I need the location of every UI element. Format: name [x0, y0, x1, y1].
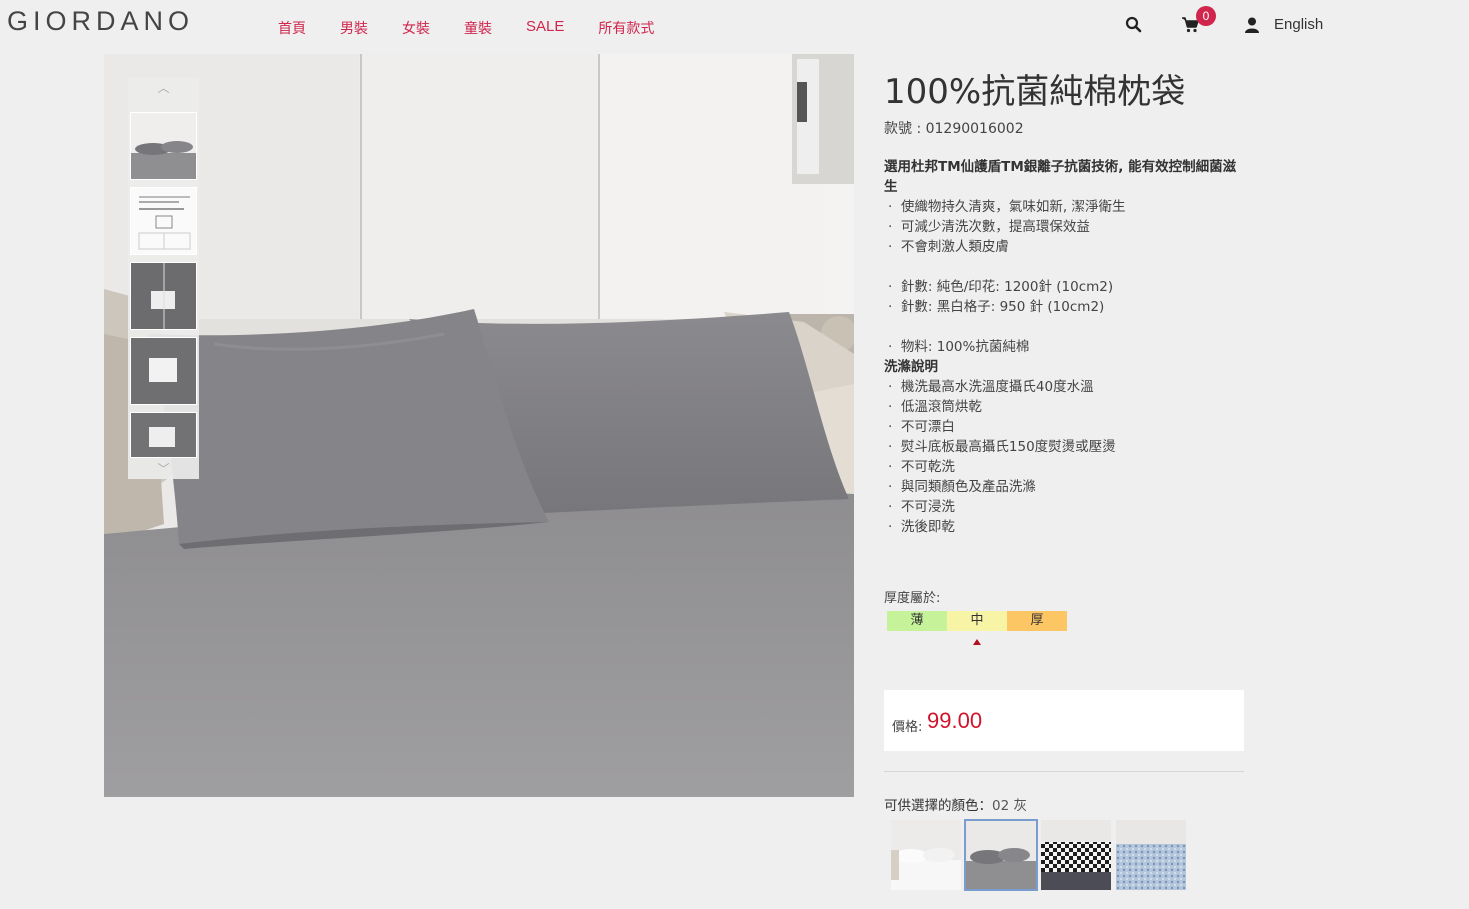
thumbnail-3[interactable]: [130, 262, 197, 330]
product-photo: [104, 54, 854, 797]
color-swatch-white[interactable]: [891, 820, 961, 890]
care-item: · 洗後即乾: [888, 519, 955, 535]
thumbnail-strip: ︿ ﹀: [128, 78, 199, 479]
selected-color: 02 灰: [992, 798, 1027, 814]
care-title: 洗滌說明: [884, 359, 938, 375]
feature-item: · 可減少清洗次數，提高環保效益: [888, 219, 1090, 235]
spec-item: · 針數: 純色/印花: 1200針 (10cm2): [888, 279, 1114, 295]
price-box: 價格: 99.00: [884, 690, 1244, 751]
color-swatch-grey[interactable]: [964, 819, 1038, 891]
care-item: · 機洗最高水洗溫度攝氏40度水溫: [888, 379, 1094, 395]
care-item: · 不可漂白: [888, 419, 955, 435]
material-item: · 物料: 100%抗菌純棉: [888, 339, 1030, 355]
search-icon[interactable]: [1124, 15, 1144, 35]
feature-item: · 使織物持久清爽，氣味如新, 潔淨衛生: [888, 199, 1126, 215]
thumbnail-1[interactable]: [130, 112, 197, 180]
thumbnail-2[interactable]: [130, 187, 197, 255]
thumbnail-5[interactable]: [130, 412, 197, 458]
product-description: 選用杜邦TM仙護盾TM銀離子抗菌技術, 能有效控制細菌滋 生 · 使織物持久清爽…: [884, 157, 1249, 537]
thickness-indicator-icon: [973, 639, 981, 645]
price-value: 99.00: [927, 708, 983, 733]
site-header: GIORDANO 首頁 男裝 女裝 童裝 SALE 所有款式 0 English: [0, 0, 1469, 52]
care-item: · 與同類顏色及產品洗滌: [888, 479, 1036, 495]
nav-kids[interactable]: 童裝: [464, 18, 492, 38]
thickness-label: 厚度屬於:: [884, 591, 941, 606]
user-icon[interactable]: [1244, 16, 1264, 36]
care-item: · 不可浸洗: [888, 499, 955, 515]
chevron-down-icon[interactable]: ﹀: [128, 459, 199, 479]
product-sku: 款號 : 01290016002: [884, 121, 1024, 137]
description-lead: 選用杜邦TM仙護盾TM銀離子抗菌技術, 能有效控制細菌滋: [884, 159, 1237, 175]
nav-sale[interactable]: SALE: [526, 18, 564, 38]
thumbnail-4[interactable]: [130, 337, 197, 405]
thickness-scale: 薄 中 厚: [887, 611, 1067, 631]
color-label-text: 可供選擇的顏色：: [884, 798, 992, 814]
color-label: 可供選擇的顏色：02 灰: [884, 794, 1027, 814]
divider: [884, 771, 1244, 772]
thickness-thin: 薄: [887, 611, 947, 631]
thickness-thick: 厚: [1007, 611, 1067, 631]
nav-women[interactable]: 女裝: [402, 18, 430, 38]
spec-item: · 針數: 黑白格子: 950 針 (10cm2): [888, 299, 1105, 315]
main-product-image[interactable]: ︿ ﹀: [104, 54, 854, 797]
care-item: · 低溫滾筒烘乾: [888, 399, 982, 415]
care-item: · 不可乾洗: [888, 459, 955, 475]
main-nav: 首頁 男裝 女裝 童裝 SALE 所有款式: [278, 18, 688, 38]
color-swatch-blue[interactable]: [1116, 820, 1186, 890]
giordano-logo[interactable]: GIORDANO: [7, 6, 194, 37]
nav-all-styles[interactable]: 所有款式: [598, 18, 654, 38]
product-title: 100%抗菌純棉枕袋: [884, 72, 1186, 112]
language-switch[interactable]: English: [1274, 16, 1323, 33]
color-swatch-check[interactable]: [1041, 820, 1111, 890]
thickness-medium: 中: [947, 611, 1007, 631]
cart-count-badge: 0: [1196, 6, 1216, 26]
chevron-up-icon[interactable]: ︿: [128, 78, 199, 98]
nav-home[interactable]: 首頁: [278, 18, 306, 38]
care-item: · 熨斗底板最高攝氏150度熨燙或壓燙: [888, 439, 1116, 455]
description-lead-cont: 生: [884, 179, 898, 195]
nav-men[interactable]: 男裝: [340, 18, 368, 38]
feature-item: · 不會刺激人類皮膚: [888, 239, 1009, 255]
price-label: 價格:: [892, 720, 923, 735]
